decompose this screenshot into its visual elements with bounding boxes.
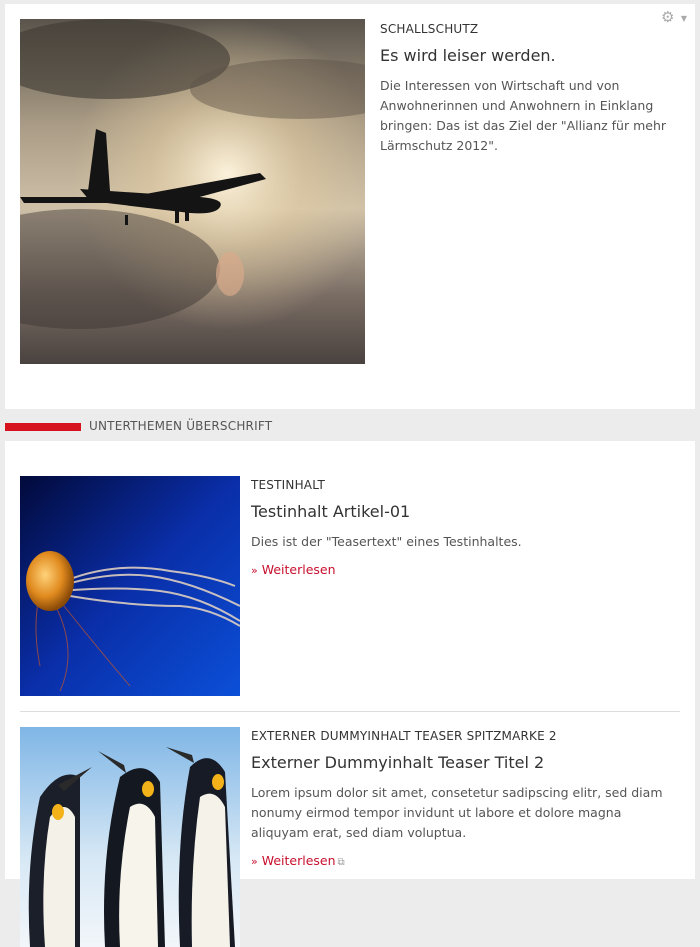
- double-chevron-right-icon: »: [251, 564, 258, 577]
- item-teaser: Lorem ipsum dolor sit amet, consetetur s…: [251, 785, 663, 840]
- featured-text: SCHALLSCHUTZ Es wird leiser werden. Die …: [380, 22, 680, 156]
- item-title[interactable]: Externer Dummyinhalt Teaser Titel 2: [251, 753, 681, 773]
- read-more-label: Weiterlesen: [261, 853, 336, 868]
- section-header: UNTERTHEMEN ÜBERSCHRIFT: [5, 417, 695, 437]
- subtopics-list: TESTINHALT Testinhalt Artikel-01 Dies is…: [5, 441, 695, 947]
- featured-title[interactable]: Es wird leiser werden.: [380, 46, 680, 66]
- section-accent-bar: [5, 423, 81, 431]
- divider: [20, 711, 680, 712]
- item-kicker: EXTERNER DUMMYINHALT TEASER SPITZMARKE 2: [251, 729, 557, 743]
- item-text: TESTINHALT Testinhalt Artikel-01 Dies is…: [251, 478, 681, 578]
- penguins-image[interactable]: [20, 727, 240, 947]
- featured-card: SCHALLSCHUTZ Es wird leiser werden. Die …: [5, 4, 695, 409]
- featured-kicker: SCHALLSCHUTZ: [380, 22, 479, 36]
- external-link-icon: ⧉: [337, 857, 345, 868]
- item-title[interactable]: Testinhalt Artikel-01: [251, 502, 681, 522]
- item-text: EXTERNER DUMMYINHALT TEASER SPITZMARKE 2…: [251, 729, 681, 869]
- chevron-down-icon: ▼: [680, 14, 687, 23]
- featured-teaser: Die Interessen von Wirtschaft und von An…: [380, 78, 667, 153]
- jellyfish-image[interactable]: [20, 476, 240, 696]
- section-title: UNTERTHEMEN ÜBERSCHRIFT: [89, 419, 273, 433]
- double-chevron-right-icon: »: [251, 855, 258, 868]
- airplane-image[interactable]: [20, 19, 365, 364]
- read-more-link[interactable]: » Weiterlesen ⧉: [251, 853, 345, 868]
- read-more-label: Weiterlesen: [261, 562, 336, 577]
- read-more-link[interactable]: » Weiterlesen: [251, 562, 336, 577]
- item-kicker: TESTINHALT: [251, 478, 325, 492]
- gear-icon: ⚙: [661, 8, 675, 26]
- settings-button[interactable]: ⚙ ▼: [661, 8, 687, 26]
- item-teaser: Dies ist der "Teasertext" eines Testinha…: [251, 534, 522, 549]
